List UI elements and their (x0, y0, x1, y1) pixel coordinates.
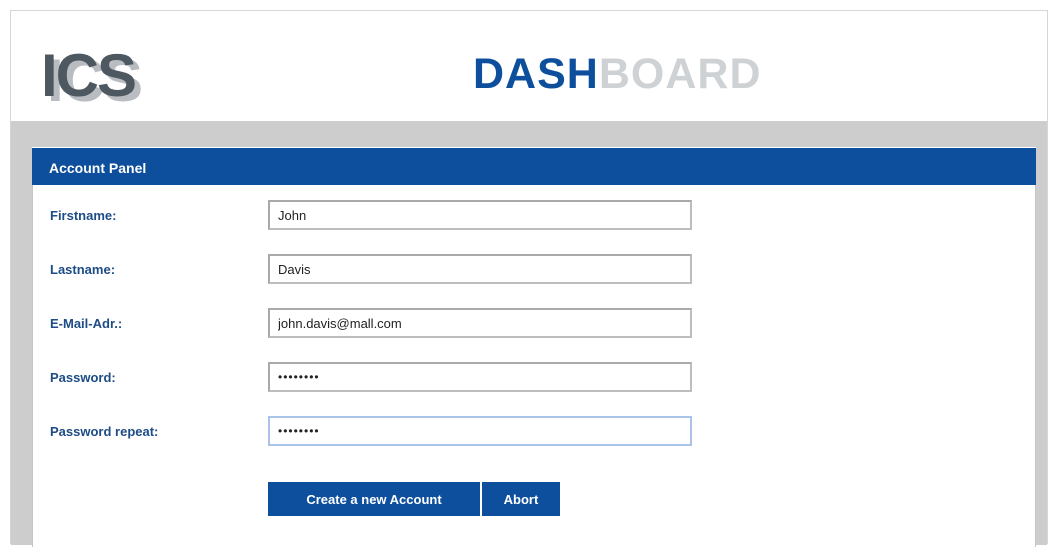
password-repeat-input[interactable] (268, 416, 692, 446)
email-input[interactable] (268, 308, 692, 338)
password-repeat-row: Password repeat: (33, 415, 1037, 449)
create-account-button[interactable]: Create a new Account (268, 482, 480, 516)
firstname-label: Firstname: (50, 208, 117, 223)
account-panel-header: Account Panel (32, 147, 1036, 185)
email-label: E-Mail-Adr.: (50, 316, 123, 331)
ics-logo: ICS (41, 42, 137, 109)
account-panel: Account Panel Firstname: Lastname: E-Mai… (32, 147, 1036, 547)
password-input[interactable] (268, 362, 692, 392)
dashboard-title-light: BOARD (598, 50, 762, 98)
firstname-row: Firstname: (33, 199, 1037, 233)
header: ICS DASHBOARD (11, 11, 1047, 121)
password-label: Password: (50, 370, 116, 385)
password-row: Password: (33, 361, 1037, 395)
dashboard-title: DASHBOARD (473, 46, 762, 102)
password-repeat-label: Password repeat: (50, 424, 159, 439)
abort-button[interactable]: Abort (482, 482, 560, 516)
email-row: E-Mail-Adr.: (33, 307, 1037, 341)
button-group: Create a new Account Abort (268, 482, 560, 516)
content-area: Account Panel Firstname: Lastname: E-Mai… (11, 121, 1047, 547)
dashboard-title-dark: DASH (473, 50, 599, 98)
lastname-input[interactable] (268, 254, 692, 284)
lastname-row: Lastname: (33, 253, 1037, 287)
lastname-label: Lastname: (50, 262, 116, 277)
app-window: ICS DASHBOARD Account Panel Firstname: L… (10, 10, 1048, 547)
firstname-input[interactable] (268, 200, 692, 230)
